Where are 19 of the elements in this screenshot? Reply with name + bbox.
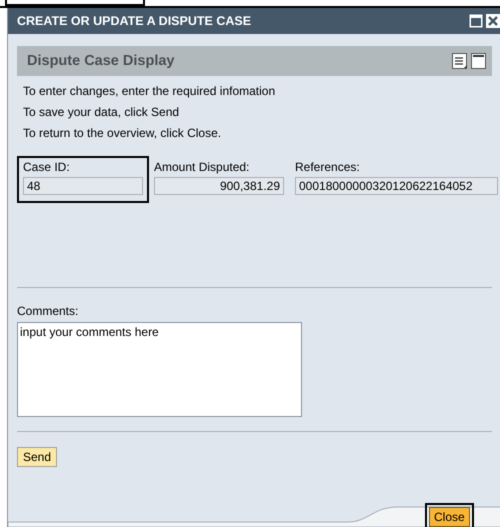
panel-title: Dispute Case Display xyxy=(27,53,176,69)
close-button[interactable]: Close xyxy=(429,507,470,527)
input-field[interactable]: 48 xyxy=(23,177,143,195)
minimize-icon[interactable] xyxy=(471,53,486,69)
maximize-icon[interactable] xyxy=(469,14,483,28)
field-label: References: xyxy=(295,160,361,174)
field-label: Case ID: xyxy=(23,160,71,174)
close-icon[interactable] xyxy=(486,14,500,28)
comments-label: Comments: xyxy=(17,304,80,318)
comments-field[interactable]: input your comments here xyxy=(17,322,302,417)
window-title: CREATE OR UPDATE A DISPUTE CASE xyxy=(17,14,252,28)
field-label: Amount Disputed: xyxy=(154,160,250,174)
input-field[interactable]: 00018000000320120622164052 xyxy=(295,177,498,195)
send-button[interactable]: Send xyxy=(17,447,58,467)
instruction-text: To return to the overview, click Close. xyxy=(23,126,222,140)
instruction-text: To enter changes, enter the required infomation xyxy=(23,84,276,98)
text-lines-icon[interactable] xyxy=(452,53,467,69)
instruction-text: To save your data, click Send xyxy=(23,105,180,119)
input-field[interactable]: 900,381.29 xyxy=(154,177,284,195)
